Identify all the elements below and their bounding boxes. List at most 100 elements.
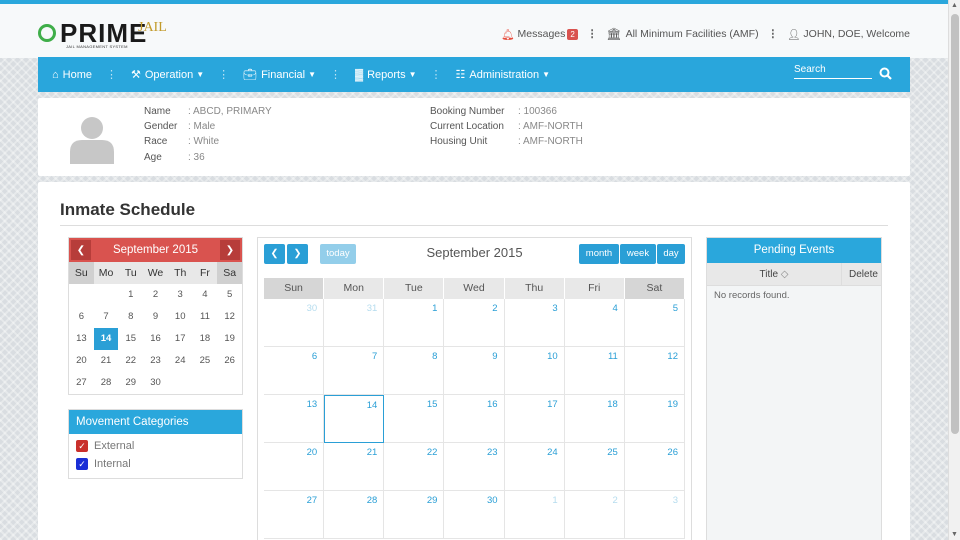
category-external[interactable]: ✓ External — [69, 440, 242, 452]
pending-events-panel: Pending Events Title ◇ Delete No records… — [706, 237, 882, 540]
mini-day-cell[interactable]: 2 — [143, 284, 168, 306]
page-scrollbar[interactable]: ▲ ▼ — [948, 0, 960, 540]
mini-day-cell[interactable]: 6 — [69, 306, 94, 328]
checkbox-checked-icon[interactable]: ✓ — [76, 458, 88, 470]
mini-day-cell[interactable]: 22 — [118, 350, 143, 372]
calendar-day-cell[interactable]: 10 — [504, 347, 565, 395]
category-internal[interactable]: ✓ Internal — [69, 458, 242, 470]
mini-day-name: Th — [167, 262, 193, 284]
current-location: : AMF-NORTH — [518, 121, 583, 132]
calendar-day-cell[interactable]: 21 — [324, 443, 385, 491]
calendar-day-cell[interactable]: 3 — [504, 299, 565, 347]
calendar-day-cell[interactable]: 28 — [324, 491, 385, 539]
mini-day-cell[interactable]: 4 — [193, 284, 218, 306]
mini-day-cell[interactable]: 15 — [118, 328, 143, 350]
calendar-day-cell[interactable]: 15 — [384, 395, 445, 443]
calendar-day-cell[interactable]: 8 — [384, 347, 445, 395]
user-link[interactable]: 👤︎ JOHN, DOE, Welcome — [787, 28, 910, 41]
mini-next-button[interactable]: ❯ — [219, 240, 240, 260]
calendar-day-cell[interactable]: 22 — [384, 443, 445, 491]
calendar-day-cell[interactable]: 11 — [564, 347, 625, 395]
mini-day-cell[interactable]: 7 — [94, 306, 119, 328]
calendar-day-cell[interactable]: 30 — [264, 299, 325, 347]
calendar-day-cell[interactable]: 5 — [624, 299, 685, 347]
mini-day-cell[interactable]: 9 — [143, 306, 168, 328]
mini-day-cell[interactable]: 17 — [168, 328, 193, 350]
mini-day-cell[interactable]: 29 — [118, 372, 143, 394]
mini-day-cell[interactable]: 12 — [217, 306, 242, 328]
calendar-day-cell[interactable]: 12 — [624, 347, 685, 395]
scroll-up-icon[interactable]: ▲ — [951, 2, 958, 9]
scrollbar-thumb[interactable] — [951, 14, 959, 434]
mini-day-cell[interactable]: 14 — [93, 328, 119, 350]
nav-administration[interactable]: ☷ Administration ▼ — [442, 68, 551, 82]
col-title-header[interactable]: Title ◇ — [707, 263, 842, 285]
mini-day-cell[interactable]: 8 — [118, 306, 143, 328]
mini-day-cell[interactable]: 1 — [118, 284, 143, 306]
view-day-button[interactable]: day — [657, 244, 685, 264]
calendar-day-cell[interactable]: 9 — [444, 347, 505, 395]
calendar-day-cell[interactable]: 20 — [264, 443, 325, 491]
calendar-day-cell[interactable]: 31 — [324, 299, 385, 347]
calendar-day-cell[interactable]: 6 — [264, 347, 325, 395]
calendar-day-cell[interactable]: 7 — [324, 347, 385, 395]
mini-day-cell[interactable]: 3 — [168, 284, 193, 306]
calendar-day-cell[interactable]: 29 — [384, 491, 445, 539]
mini-day-cell[interactable]: 18 — [193, 328, 218, 350]
mini-day-cell[interactable]: 25 — [193, 350, 218, 372]
nav-home[interactable]: ⌂ Home ⋮ — [38, 68, 117, 82]
logo-suffix: JAIL — [138, 20, 167, 35]
calendar-day-cell[interactable]: 16 — [444, 395, 505, 443]
view-month-button[interactable]: month — [579, 244, 619, 264]
nav-reports[interactable]: ▓ Reports ▼ ⋮ — [341, 68, 441, 82]
calendar-day-cell[interactable]: 2 — [564, 491, 625, 539]
calendar-day-cell[interactable]: 1 — [384, 299, 445, 347]
calendar-day-cell[interactable]: 27 — [264, 491, 325, 539]
scroll-down-icon[interactable]: ▼ — [951, 531, 958, 538]
inmate-gender: : Male — [188, 121, 216, 132]
search-input[interactable]: Search — [794, 64, 872, 79]
checkbox-checked-icon[interactable]: ✓ — [76, 440, 88, 452]
calendar-day-cell[interactable]: 24 — [504, 443, 565, 491]
facility-link[interactable]: 🏛︎ All Minimum Facilities (AMF) — [606, 27, 758, 41]
view-week-button[interactable]: week — [620, 244, 656, 264]
mini-day-cell[interactable]: 5 — [217, 284, 242, 306]
mini-day-cell[interactable]: 27 — [69, 372, 94, 394]
mini-day-cell[interactable]: 19 — [217, 328, 242, 350]
mini-day-cell[interactable]: 26 — [217, 350, 242, 372]
calendar-day-cell[interactable]: 26 — [624, 443, 685, 491]
calendar-day-name: Sun — [264, 278, 325, 299]
mini-prev-button[interactable]: ❮ — [71, 240, 91, 260]
mini-day-cell[interactable]: 16 — [143, 328, 168, 350]
mini-day-cell[interactable]: 28 — [94, 372, 119, 394]
mini-day-cell[interactable]: 30 — [143, 372, 168, 394]
calendar-day-cell[interactable]: 23 — [444, 443, 505, 491]
inmate-gender-label: Gender — [144, 121, 178, 132]
calendar-day-cell[interactable]: 4 — [564, 299, 625, 347]
calendar-day-cell[interactable]: 25 — [564, 443, 625, 491]
col-title-label: Title — [759, 269, 779, 280]
mini-day-cell[interactable]: 13 — [69, 328, 94, 350]
movement-categories: Movement Categories ✓ External ✓ Interna… — [68, 409, 243, 479]
calendar-day-cell[interactable]: 19 — [624, 395, 685, 443]
calendar-day-cell[interactable]: 1 — [504, 491, 565, 539]
calendar-day-cell[interactable]: 30 — [444, 491, 505, 539]
calendar-day-cell[interactable]: 17 — [504, 395, 565, 443]
search-icon[interactable] — [879, 67, 892, 83]
messages-link[interactable]: 🔔︎ Messages 2 — [501, 28, 578, 41]
calendar-day-cell[interactable]: 18 — [564, 395, 625, 443]
calendar-day-cell[interactable]: 13 — [264, 395, 325, 443]
mini-month-label: September 2015 — [112, 244, 199, 256]
mini-day-cell[interactable]: 11 — [193, 306, 218, 328]
calendar-day-cell[interactable]: 14 — [324, 395, 385, 443]
mini-day-cell[interactable]: 23 — [143, 350, 168, 372]
mini-day-cell[interactable]: 10 — [168, 306, 193, 328]
mini-day-cell[interactable]: 21 — [94, 350, 119, 372]
mini-day-cell[interactable]: 20 — [69, 350, 94, 372]
nav-reports-label: Reports — [367, 68, 406, 81]
calendar-day-cell[interactable]: 3 — [624, 491, 685, 539]
mini-day-cell[interactable]: 24 — [168, 350, 193, 372]
nav-financial[interactable]: 💼︎ Financial ▼ ⋮ — [229, 68, 341, 82]
nav-operation[interactable]: ⚒︎ Operation ▼ ⋮ — [117, 68, 229, 82]
calendar-day-cell[interactable]: 2 — [444, 299, 505, 347]
